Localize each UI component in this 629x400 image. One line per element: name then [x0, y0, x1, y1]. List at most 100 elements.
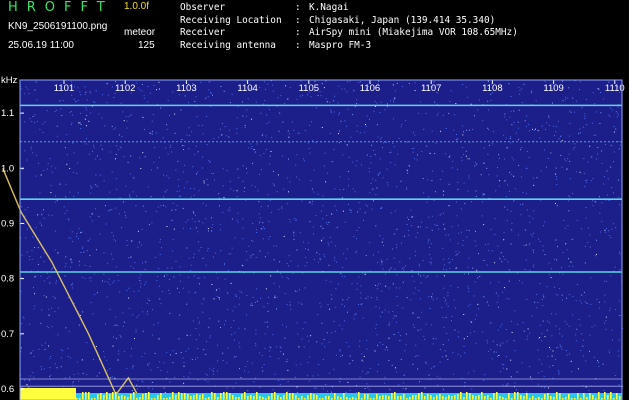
noise-dot: [366, 115, 368, 117]
noise-dot: [57, 252, 59, 254]
bottom-bar-spike: [364, 394, 366, 400]
noise-dot: [148, 363, 150, 364]
bottom-bar-spike: [277, 395, 279, 400]
noise-dot: [457, 181, 459, 183]
noise-dot: [451, 167, 453, 169]
noise-dot: [418, 290, 420, 291]
noise-dot: [504, 180, 506, 182]
noise-dot: [261, 366, 263, 368]
noise-dot: [414, 134, 416, 136]
noise-dot: [475, 230, 476, 232]
noise-dot: [72, 114, 73, 116]
noise-dot: [596, 298, 598, 300]
noise-dot: [135, 331, 137, 333]
noise-dot: [380, 259, 382, 261]
noise-dot: [381, 137, 383, 139]
noise-dot: [286, 361, 288, 363]
noise-dot: [159, 241, 161, 243]
noise-dot: [456, 201, 457, 203]
noise-dot: [591, 156, 593, 158]
noise-dot: [149, 92, 151, 94]
noise-dot: [187, 219, 189, 221]
noise-dot: [288, 278, 289, 280]
bottom-bar-spike: [160, 393, 162, 400]
noise-dot: [119, 146, 121, 148]
noise-dot: [303, 346, 305, 348]
bottom-bar-spike: [547, 393, 549, 400]
noise-dot: [167, 100, 169, 102]
noise-dot: [354, 106, 356, 108]
noise-dot: [96, 155, 98, 157]
noise-dot: [80, 124, 82, 125]
noise-dot: [598, 196, 600, 198]
noise-dot: [436, 103, 438, 105]
noise-dot: [141, 229, 143, 230]
noise-dot: [85, 107, 87, 109]
bottom-bar-spike: [325, 396, 327, 400]
noise-dot: [84, 86, 86, 88]
bottom-bar-spike: [610, 392, 612, 400]
noise-dot: [220, 128, 221, 130]
noise-dot: [576, 219, 578, 221]
noise-dot: [129, 195, 131, 197]
noise-dot: [27, 88, 29, 90]
noise-dot: [279, 286, 280, 288]
noise-dot: [113, 128, 115, 130]
noise-dot: [568, 87, 570, 89]
noise-dot: [412, 363, 414, 365]
noise-dot: [140, 244, 142, 246]
station-info: Observer: K.Nagai Receiving Location: Chig…: [180, 2, 518, 53]
noise-dot: [338, 142, 340, 144]
noise-dot: [547, 355, 549, 357]
noise-dot: [246, 115, 248, 117]
noise-dot: [46, 272, 48, 274]
noise-dot: [442, 170, 443, 172]
noise-dot: [406, 297, 408, 299]
noise-dot: [420, 282, 422, 284]
noise-dot: [561, 294, 563, 296]
noise-dot: [169, 115, 170, 117]
info-separator: :: [295, 14, 301, 26]
noise-dot: [90, 192, 92, 194]
noise-dot: [159, 253, 161, 255]
noise-dot: [57, 334, 59, 336]
noise-dot: [345, 391, 347, 393]
noise-dot: [72, 142, 74, 144]
noise-dot: [406, 141, 408, 143]
noise-dot: [525, 244, 527, 246]
noise-dot: [197, 151, 199, 153]
noise-dot: [510, 136, 511, 138]
noise-dot: [461, 231, 463, 233]
noise-dot: [507, 184, 508, 186]
noise-dot: [279, 346, 281, 348]
noise-dot: [71, 122, 73, 124]
noise-dot: [452, 161, 454, 163]
noise-dot: [76, 236, 77, 237]
noise-dot: [171, 267, 173, 269]
noise-dot: [588, 315, 590, 317]
bottom-bar-spike: [487, 395, 489, 400]
noise-dot: [463, 154, 464, 155]
noise-dot: [211, 369, 213, 371]
noise-dot: [158, 268, 160, 270]
noise-dot: [348, 156, 350, 158]
noise-dot: [37, 264, 39, 265]
noise-dot: [170, 354, 171, 356]
noise-dot: [224, 324, 226, 326]
noise-dot: [494, 262, 496, 264]
noise-dot: [89, 238, 91, 240]
noise-dot: [225, 320, 226, 322]
noise-dot: [137, 246, 139, 248]
noise-dot: [444, 228, 446, 230]
noise-dot: [188, 148, 190, 150]
noise-dot: [394, 97, 396, 99]
noise-dot: [119, 334, 121, 336]
noise-dot: [183, 382, 185, 384]
noise-dot: [32, 372, 34, 374]
bottom-bar-spike: [202, 394, 204, 400]
noise-dot: [559, 272, 561, 274]
noise-dot: [177, 287, 178, 289]
noise-dot: [255, 333, 257, 335]
noise-dot: [618, 339, 620, 341]
noise-dot: [242, 227, 244, 229]
